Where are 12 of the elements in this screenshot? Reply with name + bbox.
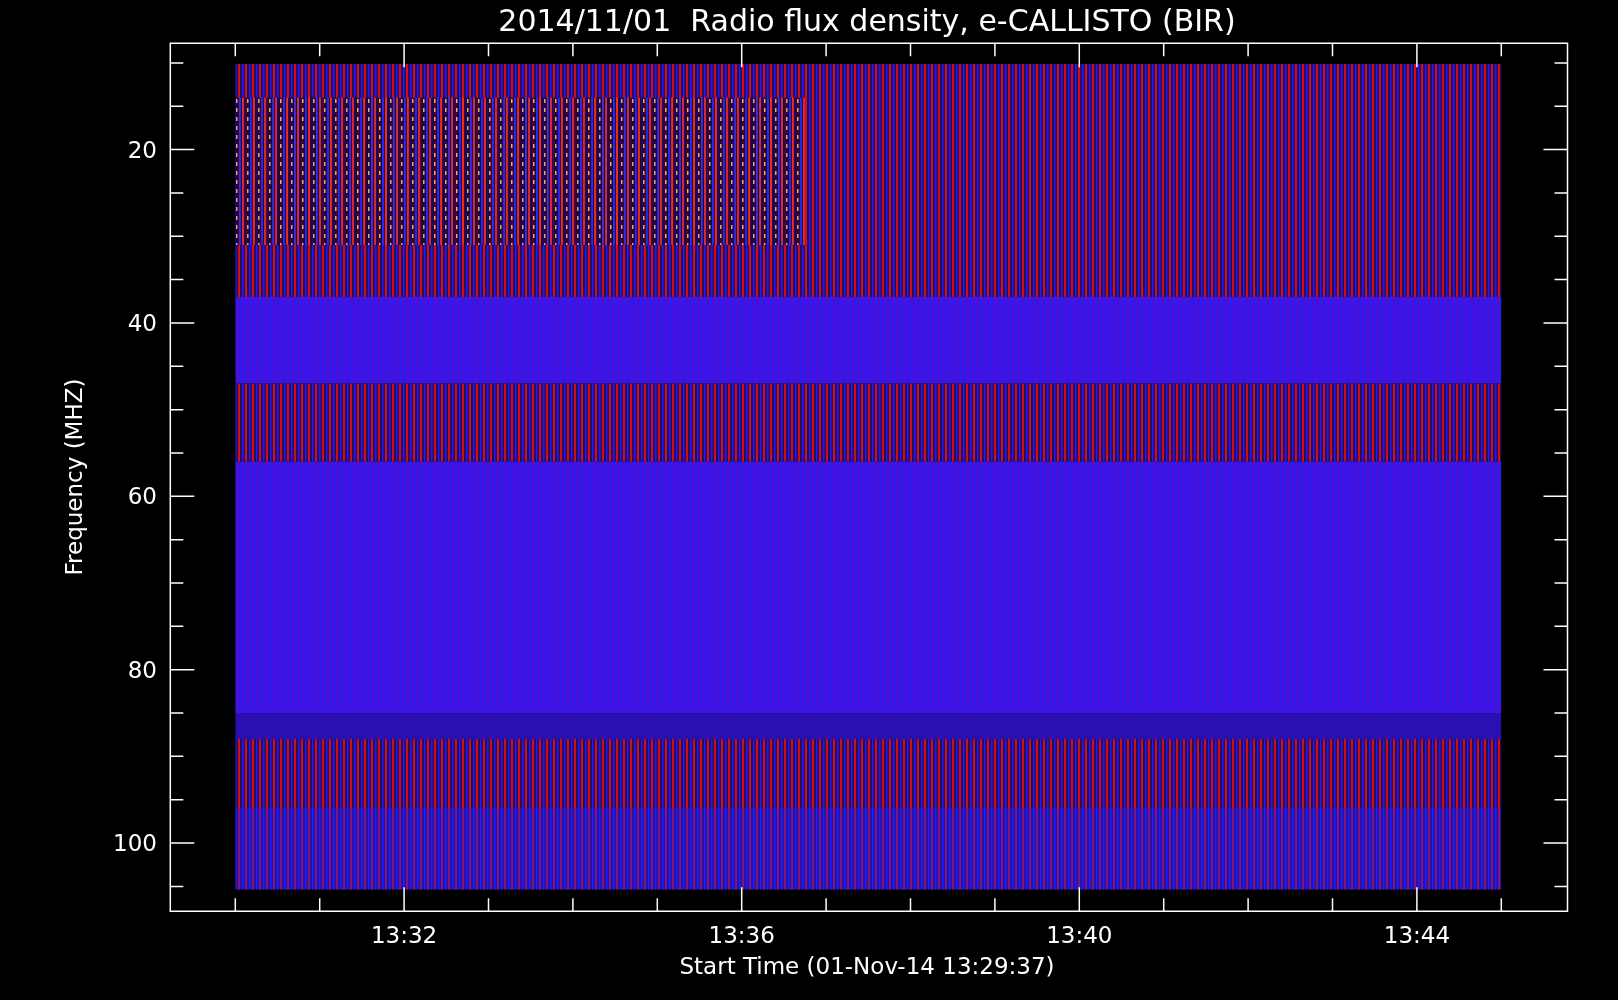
x-axis-label: Start Time (01-Nov-14 13:29:37) — [679, 953, 1055, 979]
chart-title: 2014/11/01 Radio flux density, e-CALLISTO (BIR) — [498, 3, 1236, 38]
axis-tick-label: 13:32 — [370, 922, 438, 948]
axis-tick-label: 100 — [113, 830, 157, 857]
axis-tick-label: 20 — [127, 136, 157, 163]
axis-tick-label: 60 — [127, 483, 157, 510]
axis-tick-label: 13:36 — [708, 922, 775, 948]
y-axis-label: Frequency (MHZ) — [61, 378, 87, 576]
axis-tick-label: 80 — [127, 656, 157, 683]
axis-tick-label: 40 — [127, 310, 157, 336]
axis-tick-label: 13:44 — [1383, 922, 1451, 948]
axis-tick-label: 13:40 — [1046, 922, 1113, 948]
